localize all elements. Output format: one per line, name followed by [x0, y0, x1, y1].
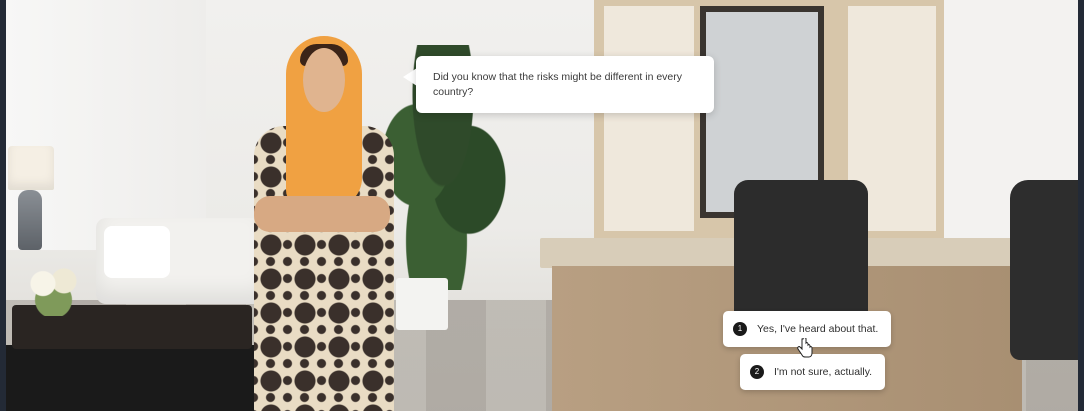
choice-button-2[interactable]: 2 I'm not sure, actually.	[740, 354, 885, 390]
speech-bubble-tail	[403, 68, 417, 86]
speech-bubble-text: Did you know that the risks might be dif…	[433, 71, 683, 98]
office-chair-right	[1010, 180, 1084, 360]
planter-pot	[396, 278, 448, 330]
choice-label: I'm not sure, actually.	[774, 366, 873, 378]
choice-number-badge: 1	[733, 322, 747, 336]
shelf-compartment-left	[604, 6, 694, 231]
choice-label: Yes, I've heard about that.	[757, 323, 879, 335]
lamp-base	[18, 190, 42, 250]
frame-left-edge	[0, 0, 6, 411]
scenario-scene: Did you know that the risks might be dif…	[0, 0, 1084, 411]
frame-right-edge	[1078, 0, 1084, 411]
speech-bubble: Did you know that the risks might be dif…	[416, 56, 714, 113]
flower-vase	[22, 262, 92, 316]
character-face	[303, 48, 345, 112]
sofa-cushion	[104, 226, 170, 278]
office-chair	[734, 180, 868, 330]
choice-number-badge: 2	[750, 365, 764, 379]
character-arms	[254, 196, 390, 232]
lamp-shade	[8, 146, 54, 190]
rug	[6, 345, 256, 411]
